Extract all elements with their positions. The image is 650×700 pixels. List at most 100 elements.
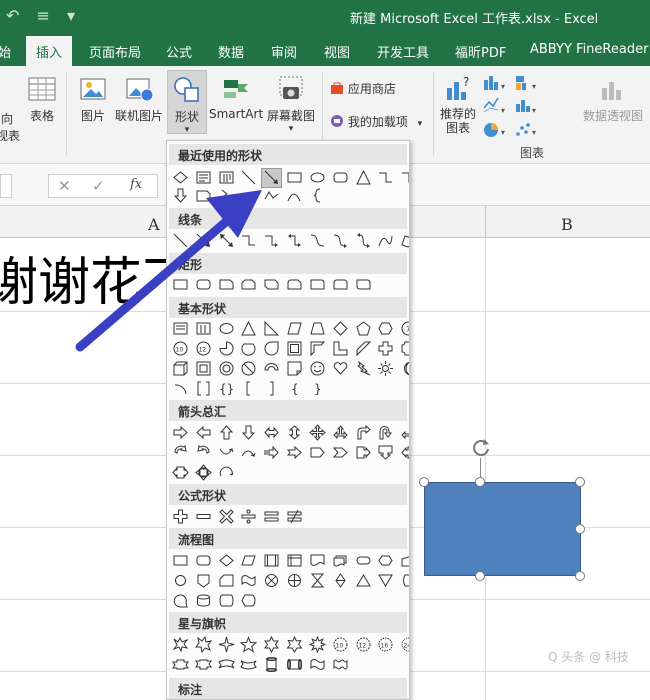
dodecagon-icon[interactable]: 12 bbox=[194, 340, 213, 358]
tab-abbyy[interactable]: ABBYY FineReader bbox=[530, 42, 648, 57]
line-icon[interactable] bbox=[171, 232, 190, 250]
tab-review[interactable]: 审阅 bbox=[271, 42, 297, 61]
picture-button[interactable]: 图片 bbox=[75, 74, 111, 124]
flowchart-magnetic-disk-icon[interactable] bbox=[194, 592, 213, 610]
snip-round-icon[interactable] bbox=[285, 276, 304, 294]
explosion-2-icon[interactable] bbox=[194, 635, 213, 654]
flowchart-collate-icon[interactable] bbox=[308, 572, 327, 590]
resize-handle[interactable] bbox=[475, 477, 485, 487]
elbow-connector-shape-icon[interactable] bbox=[376, 169, 395, 187]
arc-icon[interactable] bbox=[171, 380, 190, 398]
textbox-shape-icon[interactable] bbox=[194, 169, 213, 187]
striped-right-arrow-icon[interactable] bbox=[262, 444, 281, 462]
right-bracket-icon[interactable] bbox=[262, 380, 281, 398]
star-4-point-icon[interactable] bbox=[217, 636, 236, 654]
l-shape-icon[interactable] bbox=[331, 340, 350, 358]
chord-icon[interactable] bbox=[239, 340, 258, 358]
table-button[interactable]: 表格 bbox=[24, 74, 60, 124]
column-header-a[interactable]: A bbox=[148, 215, 160, 234]
left-right-arrow-callout-icon[interactable] bbox=[171, 464, 190, 482]
curved-ribbon-down-icon[interactable] bbox=[239, 656, 258, 674]
triangle-shape-icon[interactable] bbox=[354, 169, 373, 187]
ribbon-up-icon[interactable] bbox=[171, 656, 190, 674]
basic-diamond-icon[interactable] bbox=[331, 320, 350, 338]
right-brace-icon[interactable]: } bbox=[308, 380, 327, 398]
insert-function-icon[interactable]: fx bbox=[130, 177, 142, 192]
cell-a1-text[interactable]: 谢谢花飞 bbox=[0, 240, 194, 315]
undo-icon[interactable]: ↶ bbox=[6, 6, 25, 25]
resize-handle[interactable] bbox=[575, 571, 585, 581]
arrow-line-shape-icon[interactable] bbox=[261, 168, 283, 188]
trapezoid-icon[interactable] bbox=[308, 320, 327, 338]
screenshot-button[interactable]: 屏幕截图 ▾ bbox=[265, 74, 317, 134]
basic-triangle-icon[interactable] bbox=[239, 320, 258, 338]
flowchart-connector-icon[interactable] bbox=[171, 572, 190, 590]
u-turn-arrow-icon[interactable] bbox=[376, 424, 395, 442]
name-box[interactable] bbox=[0, 174, 12, 198]
recommended-charts-button[interactable]: ? 推荐的 图表 bbox=[438, 74, 478, 135]
chevron-icon[interactable] bbox=[331, 444, 350, 462]
flowchart-sequential-storage-icon[interactable] bbox=[171, 592, 190, 610]
lightning-shape-icon[interactable] bbox=[217, 187, 236, 205]
arc-shape-icon[interactable] bbox=[285, 187, 304, 205]
donut-icon[interactable] bbox=[217, 360, 236, 378]
shapes-button[interactable]: 形状 ▾ bbox=[167, 70, 207, 135]
multiply-icon[interactable] bbox=[217, 508, 236, 526]
basic-oval-icon[interactable] bbox=[217, 320, 236, 338]
star-5-point-icon[interactable] bbox=[239, 636, 258, 654]
left-right-up-arrow-icon[interactable] bbox=[331, 424, 350, 442]
line-shape-icon[interactable] bbox=[239, 169, 258, 187]
decagon-icon[interactable]: 10 bbox=[171, 340, 190, 358]
left-right-arrow-icon[interactable] bbox=[262, 424, 281, 442]
resize-handle[interactable] bbox=[575, 524, 585, 534]
curved-connector-icon[interactable] bbox=[308, 232, 327, 250]
down-arrow-callout-icon[interactable] bbox=[376, 444, 395, 462]
star-16-point-icon[interactable]: 16 bbox=[376, 636, 395, 654]
curved-ribbon-up-icon[interactable] bbox=[217, 656, 236, 674]
customize-toolbar-icon[interactable]: ▾ bbox=[67, 6, 81, 25]
tab-foxit-pdf[interactable]: 福昕PDF bbox=[455, 42, 506, 61]
folded-corner-icon[interactable] bbox=[285, 360, 304, 378]
cube-icon[interactable] bbox=[171, 360, 190, 378]
flowchart-summing-junction-icon[interactable] bbox=[262, 572, 281, 590]
up-block-arrow-icon[interactable] bbox=[217, 424, 236, 442]
rectangle-shape[interactable] bbox=[424, 482, 581, 576]
rounded-rect-icon[interactable] bbox=[194, 276, 213, 294]
round-diagonal-icon[interactable] bbox=[354, 276, 373, 294]
resize-handle[interactable] bbox=[419, 477, 429, 487]
rotate-handle-icon[interactable] bbox=[470, 437, 492, 459]
flowchart-multidocument-icon[interactable] bbox=[331, 552, 350, 570]
divide-icon[interactable] bbox=[239, 508, 258, 526]
flowchart-or-icon[interactable] bbox=[285, 572, 304, 590]
vertical-scroll-icon[interactable] bbox=[262, 656, 281, 674]
left-arrow-callout-icon[interactable] bbox=[399, 444, 409, 462]
curve-shape-icon[interactable] bbox=[239, 187, 258, 205]
round-same-side-icon[interactable] bbox=[331, 276, 350, 294]
flowchart-direct-access-storage-icon[interactable] bbox=[217, 592, 236, 610]
heart-icon[interactable] bbox=[331, 360, 350, 378]
flowchart-decision-icon[interactable] bbox=[217, 552, 236, 570]
flowchart-process-icon[interactable] bbox=[171, 552, 190, 570]
bent-arrow-icon[interactable] bbox=[354, 424, 373, 442]
freeform-shape-icon[interactable] bbox=[262, 187, 281, 205]
elbow-arrow-connector-shape-icon[interactable] bbox=[399, 169, 409, 187]
hexagon-icon[interactable] bbox=[376, 320, 395, 338]
moon-icon[interactable] bbox=[399, 360, 409, 378]
block-arc-icon[interactable] bbox=[262, 360, 281, 378]
double-wave-icon[interactable] bbox=[331, 656, 350, 674]
curved-right-arrow-icon[interactable] bbox=[171, 444, 190, 462]
snip-diagonal-icon[interactable] bbox=[262, 276, 281, 294]
snip-single-corner-icon[interactable] bbox=[217, 276, 236, 294]
flowchart-document-icon[interactable] bbox=[308, 552, 327, 570]
star-6-point-icon[interactable] bbox=[262, 635, 281, 654]
star-10-point-icon[interactable]: 10 bbox=[331, 636, 350, 654]
snip-rectangle-shape-icon[interactable] bbox=[194, 187, 213, 205]
tab-formulas[interactable]: 公式 bbox=[166, 42, 192, 61]
wave-icon[interactable] bbox=[308, 656, 327, 674]
notched-right-arrow-icon[interactable] bbox=[285, 444, 304, 462]
down-arrow-shape-icon[interactable] bbox=[171, 187, 190, 205]
quad-arrow-icon[interactable] bbox=[308, 424, 327, 442]
right-triangle-icon[interactable] bbox=[262, 320, 281, 338]
redo-icon[interactable]: ≡ bbox=[37, 6, 56, 25]
curved-left-arrow-icon[interactable] bbox=[194, 444, 213, 462]
